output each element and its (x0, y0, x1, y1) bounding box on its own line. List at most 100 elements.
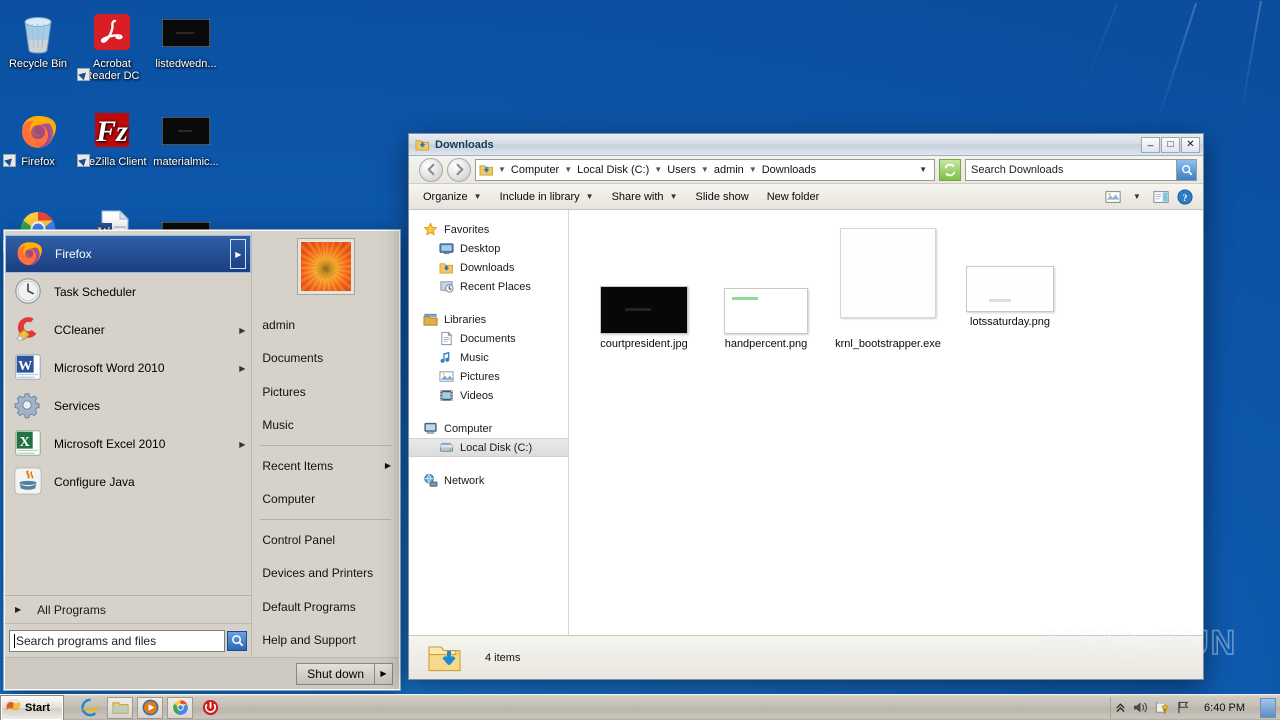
start-menu-place-devices-and-printers[interactable]: Devices and Printers (252, 557, 399, 590)
chrome-icon[interactable] (167, 696, 193, 719)
nav-item-desktop[interactable]: Desktop (409, 239, 568, 258)
close-button[interactable]: ✕ (1181, 136, 1200, 153)
view-layout-icon[interactable] (1103, 188, 1123, 206)
start-menu-item-microsoft-word[interactable]: W Microsoft Word 2010 ▶ (5, 349, 251, 387)
windows-explorer-icon[interactable] (107, 696, 133, 719)
start-menu-item-firefox[interactable]: Firefox ▶ (5, 235, 252, 273)
shutdown-button[interactable]: Shut down ▶ (296, 662, 393, 685)
chevron-right-icon[interactable]: ▶ (230, 239, 247, 269)
start-menu-place-admin[interactable]: admin (252, 308, 399, 341)
file-name-label: handpercent.png (724, 338, 808, 350)
preview-pane-icon[interactable] (1151, 188, 1171, 206)
start-menu-item-services[interactable]: Services (5, 387, 251, 425)
nav-item-favorites[interactable]: Favorites (409, 220, 568, 239)
refresh-button[interactable] (939, 158, 961, 181)
nav-item-network[interactable]: Network (409, 471, 568, 490)
start-menu-item-microsoft-excel[interactable]: X Microsoft Excel 2010 ▶ (5, 425, 251, 463)
desktop-icon-firefox[interactable]: Firefox (2, 108, 74, 168)
volume-icon[interactable] (1133, 701, 1148, 714)
nav-item-recent-places[interactable]: Recent Places (409, 277, 568, 296)
nav-item-videos[interactable]: Videos (409, 386, 568, 405)
toolbar-organize-button[interactable]: Organize ▼ (415, 187, 490, 207)
refresh-icon (944, 163, 956, 176)
show-desktop-button[interactable] (1260, 697, 1276, 718)
network-flag-icon[interactable] (1177, 701, 1191, 714)
nav-item-local-disk-c[interactable]: Local Disk (C:) (409, 438, 568, 457)
breadcrumb-separator-icon[interactable]: ▼ (562, 165, 574, 174)
desktop-icon-recycle-bin[interactable]: Recycle Bin (2, 10, 74, 70)
media-player-icon[interactable] (137, 696, 163, 719)
start-menu-place-help-and-support[interactable]: Help and Support (252, 624, 399, 657)
chevron-right-icon[interactable]: ▶ (237, 364, 247, 373)
file-item[interactable]: handpercent.png (705, 228, 827, 351)
breadcrumb-item-admin[interactable]: admin (711, 164, 747, 176)
desktop-icon-acrobat-reader[interactable]: Acrobat Reader DC (76, 10, 148, 82)
all-programs-button[interactable]: ▶ All Programs (5, 595, 252, 623)
search-icon (1181, 164, 1192, 175)
breadcrumb-item-local-disk[interactable]: Local Disk (C:) (574, 164, 652, 176)
chevron-right-icon: ▶ (384, 461, 391, 471)
desktop-icon-filezilla[interactable]: Fz FileZilla Client (76, 108, 148, 168)
start-menu-place-recent-items[interactable]: Recent Items ▶ (252, 449, 399, 482)
explorer-status-bar: 4 items (409, 635, 1203, 679)
breadcrumb-item-users[interactable]: Users (664, 164, 699, 176)
start-search-input[interactable]: Search programs and files (9, 629, 226, 652)
nav-item-pictures[interactable]: Pictures (409, 367, 568, 386)
internet-explorer-icon[interactable] (77, 697, 103, 719)
breadcrumb-item-downloads[interactable]: Downloads (759, 164, 819, 176)
start-search-button[interactable] (227, 630, 248, 651)
start-menu-item-task-scheduler[interactable]: Task Scheduler (5, 273, 251, 311)
nav-item-downloads[interactable]: Downloads (409, 258, 568, 277)
address-history-dropdown-icon[interactable]: ▼ (914, 165, 932, 174)
maximize-button[interactable]: □ (1161, 136, 1180, 153)
toolbar-new-folder-button[interactable]: New folder (759, 187, 828, 207)
minimize-button[interactable]: _ (1141, 136, 1160, 153)
start-menu-place-documents[interactable]: Documents (252, 342, 399, 375)
back-button[interactable] (419, 157, 443, 182)
file-item[interactable]: lotssaturday.png (949, 228, 1071, 329)
all-programs-label: All Programs (37, 602, 106, 617)
forward-button[interactable] (447, 157, 471, 182)
file-item[interactable]: courtpresident.jpg (583, 228, 705, 351)
nav-item-libraries[interactable]: Libraries (409, 310, 568, 329)
toolbar-share-with-button[interactable]: Share with ▼ (604, 187, 686, 207)
start-menu-place-computer[interactable]: Computer (252, 483, 399, 516)
search-input[interactable]: Search Downloads (965, 158, 1197, 181)
start-menu-place-music[interactable]: Music (252, 409, 399, 442)
toolbar-slide-show-button[interactable]: Slide show (687, 187, 756, 207)
chevron-right-icon[interactable]: ▶ (237, 326, 247, 335)
shutdown-options-arrow-icon[interactable]: ▶ (374, 663, 392, 684)
explorer-titlebar[interactable]: Downloads _ □ ✕ (409, 134, 1203, 156)
start-menu-item-ccleaner[interactable]: CCleaner ▶ (5, 311, 251, 349)
breadcrumb[interactable]: ▼ Computer ▼ Local Disk (C:) ▼ Users ▼ a… (475, 158, 935, 181)
desktop-icon-listedwedn[interactable]: listedwedn... (150, 10, 222, 70)
breadcrumb-item-computer[interactable]: Computer (508, 164, 562, 176)
desktop-icon-materialmic[interactable]: materialmic... (150, 108, 222, 168)
chevron-down-icon[interactable]: ▼ (1127, 188, 1147, 206)
nav-item-music[interactable]: Music (409, 348, 568, 367)
toolbar-include-in-library-button[interactable]: Include in library ▼ (492, 187, 602, 207)
start-menu-programs-pane: Firefox ▶ Task Scheduler CCleaner ▶ W Mi… (5, 231, 253, 657)
chevron-right-icon[interactable]: ▶ (237, 440, 247, 449)
clock[interactable]: 6:40 PM (1198, 702, 1251, 714)
help-icon[interactable]: ? (1175, 188, 1195, 206)
start-button[interactable]: Start (0, 694, 64, 720)
breadcrumb-separator-icon[interactable]: ▼ (699, 165, 711, 174)
nav-item-computer[interactable]: Computer (409, 419, 568, 438)
file-list-view[interactable]: courtpresident.jpg handpercent.png krnl_… (569, 210, 1203, 635)
start-menu-place-pictures[interactable]: Pictures (252, 375, 399, 408)
search-button[interactable] (1176, 159, 1196, 180)
show-hidden-icons-icon[interactable] (1115, 702, 1126, 714)
shutdown-red-icon[interactable] (197, 697, 223, 719)
file-item[interactable]: krnl_bootstrapper.exe (827, 228, 949, 351)
breadcrumb-separator-icon[interactable]: ▼ (496, 165, 508, 174)
start-menu-item-configure-java[interactable]: Configure Java (5, 463, 251, 501)
start-menu-place-control-panel[interactable]: Control Panel (252, 523, 399, 556)
breadcrumb-separator-icon[interactable]: ▼ (652, 165, 664, 174)
nav-item-documents[interactable]: Documents (409, 329, 568, 348)
user-avatar[interactable] (296, 237, 355, 296)
start-menu-place-default-programs[interactable]: Default Programs (252, 590, 399, 623)
action-center-icon[interactable] (1155, 701, 1170, 715)
breadcrumb-separator-icon[interactable]: ▼ (747, 165, 759, 174)
